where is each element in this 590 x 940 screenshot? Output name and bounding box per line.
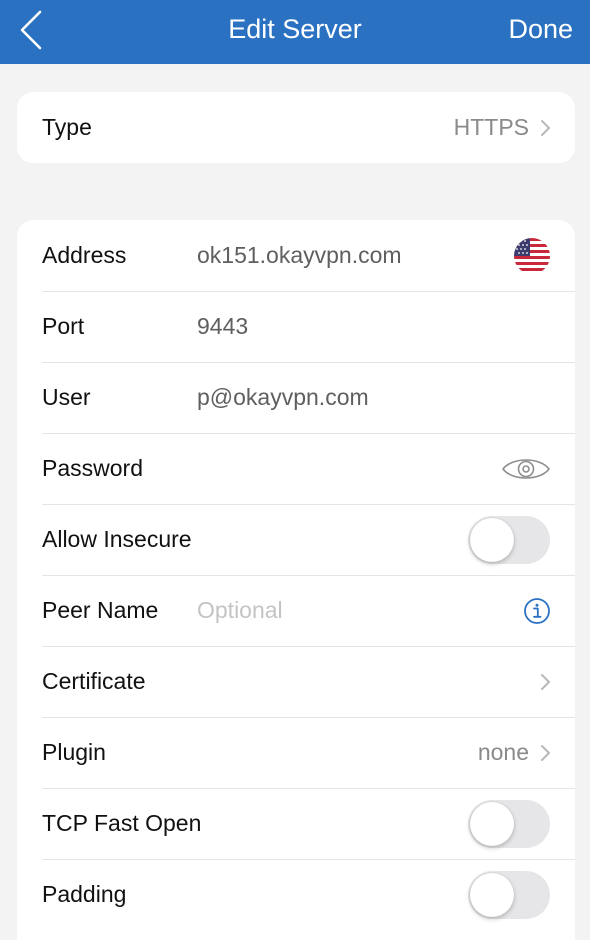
password-row: Password <box>17 433 575 504</box>
info-icon[interactable] <box>523 597 551 625</box>
allow-insecure-label: Allow Insecure <box>42 526 192 552</box>
address-row: Address ok151.okayvpn.com <box>17 220 575 291</box>
password-label: Password <box>42 455 143 481</box>
tcp-fast-open-row: TCP Fast Open <box>17 788 575 859</box>
peer-name-input[interactable]: Optional <box>197 597 283 624</box>
server-settings-section: Address ok151.okayvpn.com Port 9443 User… <box>17 220 575 940</box>
user-field[interactable]: p@okayvpn.com <box>197 384 369 411</box>
plugin-row[interactable]: Plugin none <box>17 717 575 788</box>
port-field[interactable]: 9443 <box>197 313 248 340</box>
toggle-knob <box>470 872 514 917</box>
allow-insecure-toggle[interactable] <box>468 515 550 564</box>
toggle-knob <box>470 517 514 562</box>
type-row[interactable]: Type HTTPS <box>17 92 575 163</box>
port-row: Port 9443 <box>17 291 575 362</box>
padding-row: Padding <box>17 859 575 930</box>
peer-name-label: Peer Name <box>42 597 159 623</box>
type-section: Type HTTPS <box>17 92 575 163</box>
tcp-fast-open-accessory <box>468 788 551 859</box>
type-label: Type <box>42 114 92 140</box>
certificate-row[interactable]: Certificate <box>17 646 575 717</box>
peer-name-accessory <box>523 575 551 646</box>
certificate-accessory <box>539 646 551 717</box>
certificate-label: Certificate <box>42 668 146 694</box>
tcp-fast-open-label: TCP Fast Open <box>42 810 202 836</box>
done-button[interactable]: Done <box>508 0 573 58</box>
user-row: User p@okayvpn.com <box>17 362 575 433</box>
chevron-right-icon <box>541 673 550 690</box>
allow-insecure-row: Allow Insecure <box>17 504 575 575</box>
padding-label: Padding <box>42 881 127 907</box>
navigation-bar: Edit Server Done <box>0 0 590 64</box>
page-title: Edit Server <box>228 13 362 44</box>
padding-toggle[interactable] <box>468 870 550 919</box>
address-label: Address <box>42 242 127 268</box>
plugin-label: Plugin <box>42 739 106 765</box>
plugin-value: none <box>477 739 529 765</box>
type-value: HTTPS <box>453 114 529 140</box>
plugin-accessory: none <box>478 717 551 788</box>
type-accessory: HTTPS <box>454 92 551 163</box>
allow-insecure-accessory <box>468 504 551 575</box>
peer-name-row: Peer Name Optional <box>17 575 575 646</box>
password-accessory <box>501 433 551 504</box>
port-label: Port <box>42 313 85 339</box>
chevron-right-icon <box>541 744 550 761</box>
tcp-fast-open-toggle[interactable] <box>468 799 550 848</box>
password-field[interactable] <box>197 454 447 484</box>
user-label: User <box>42 384 91 410</box>
eye-icon[interactable] <box>501 454 551 484</box>
us-flag-icon[interactable] <box>513 237 551 275</box>
address-accessory <box>513 220 551 291</box>
padding-accessory <box>468 859 551 930</box>
toggle-knob <box>470 801 514 846</box>
address-field[interactable]: ok151.okayvpn.com <box>197 242 402 269</box>
chevron-right-icon <box>541 119 550 136</box>
